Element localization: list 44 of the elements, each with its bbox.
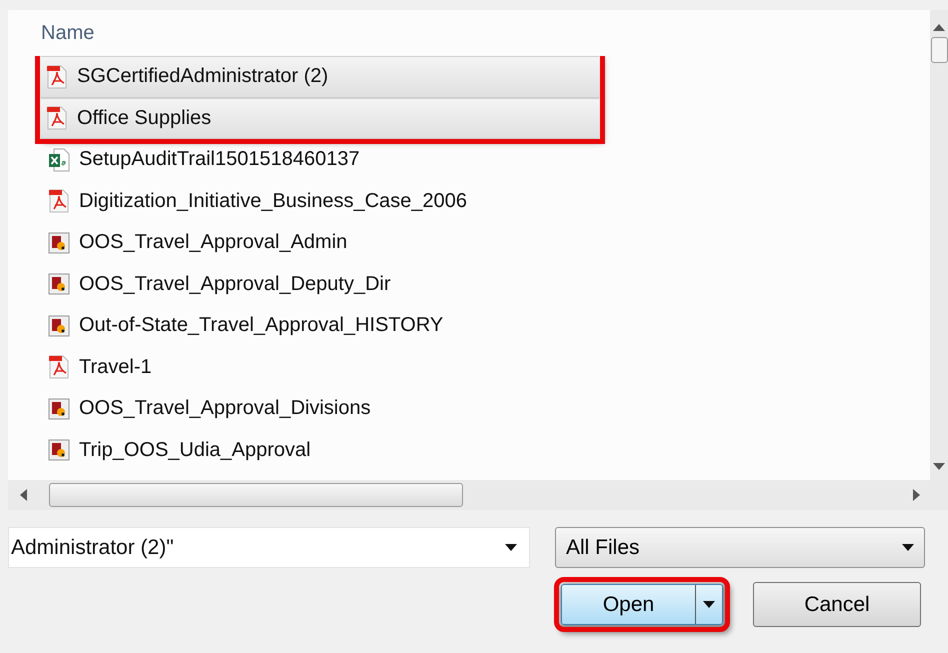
file-name: Office Supplies (77, 106, 212, 130)
pdf-file-icon (46, 106, 68, 130)
file-name: SGCertifiedAdministrator (2) (77, 65, 328, 88)
file-row[interactable]: OOS_Travel_Approval_Deputy_Dir (10, 264, 930, 305)
file-row[interactable]: Office Supplies (40, 98, 600, 139)
pdf-file-icon (48, 355, 70, 380)
report-file-icon (48, 314, 70, 337)
file-type-dropdown[interactable]: All Files (555, 527, 925, 568)
file-row[interactable]: Digitization_Initiative_Business_Case_2006 (10, 180, 930, 222)
scroll-left-icon[interactable] (20, 489, 27, 501)
filename-combo-box[interactable]: Administrator (2)" (8, 527, 530, 568)
split-caret-icon (703, 600, 715, 608)
dropdown-caret-icon (902, 544, 914, 552)
file-name: SetupAuditTrail1501518460137 (79, 148, 360, 172)
file-row[interactable]: Trip_OOS_Udia_Approval (10, 430, 930, 471)
pdf-file-icon (46, 64, 68, 89)
scroll-up-icon[interactable] (933, 24, 945, 31)
spreadsheet-file-icon (48, 148, 70, 172)
cancel-button[interactable]: Cancel (753, 582, 921, 627)
file-row[interactable]: SGCertifiedAdministrator (2) (40, 56, 600, 98)
scroll-right-icon[interactable] (913, 489, 920, 501)
file-name: Out-of-State_Travel_Approval_HISTORY (79, 314, 444, 338)
scrollbar-thumb[interactable] (49, 483, 463, 507)
file-name: OOS_Travel_Approval_Deputy_Dir (79, 272, 391, 296)
file-name: Digitization_Initiative_Business_Case_2006 (79, 190, 468, 213)
report-file-icon (48, 398, 70, 420)
report-file-icon (48, 232, 70, 254)
file-name: OOS_Travel_Approval_Admin (79, 231, 348, 254)
scrollbar-thumb[interactable] (930, 37, 948, 63)
dropdown-caret-icon (505, 544, 517, 552)
file-row[interactable]: SetupAuditTrail1501518460137 (10, 139, 930, 180)
file-name: OOS_Travel_Approval_Divisions (79, 397, 371, 420)
file-row[interactable]: OOS_Travel_Approval_Admin (10, 222, 930, 264)
report-file-icon (48, 439, 70, 462)
file-row[interactable]: Travel-1 (10, 346, 930, 388)
file-name: Travel-1 (79, 356, 152, 379)
pdf-file-icon (48, 189, 70, 214)
scroll-down-icon[interactable] (933, 463, 945, 470)
column-header[interactable]: Name (41, 22, 94, 44)
file-row[interactable]: OOS_Travel_Approval_Divisions (10, 388, 930, 430)
file-name: Trip_OOS_Udia_Approval (79, 438, 311, 462)
filename-field[interactable]: Administrator (2)" (11, 536, 505, 560)
file-row[interactable]: Out-of-State_Travel_Approval_HISTORY (10, 305, 930, 346)
report-file-icon (48, 273, 70, 296)
